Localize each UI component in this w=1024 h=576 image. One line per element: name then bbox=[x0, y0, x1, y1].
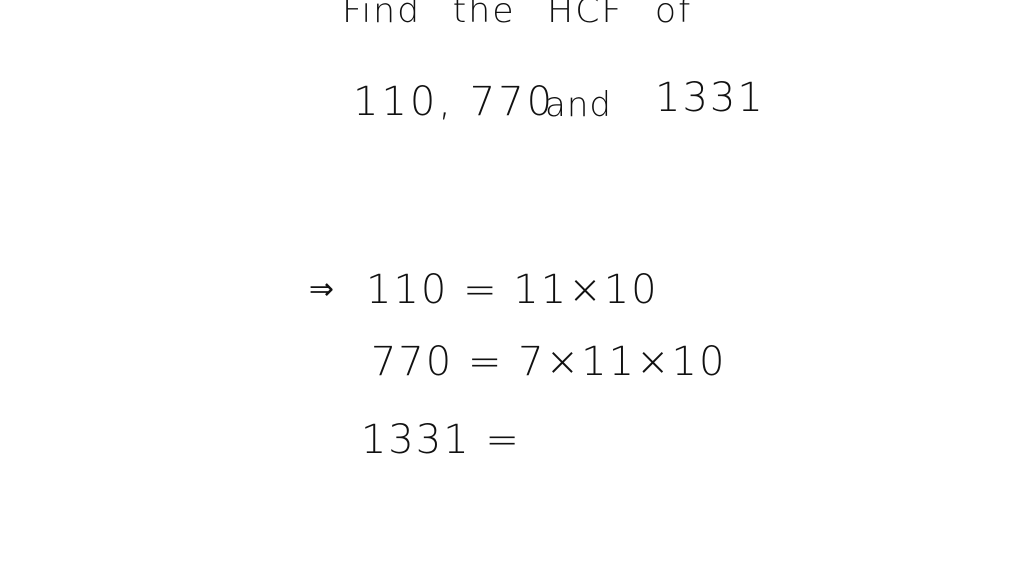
problem-numbers: 110, 770 bbox=[353, 79, 556, 125]
step-expression: 770 = 7×11×10 bbox=[370, 339, 727, 385]
question-title: Find the HCF of bbox=[342, 0, 693, 31]
implies-arrow-icon: ⇒ bbox=[308, 272, 336, 307]
problem-conjunction: and bbox=[545, 85, 612, 125]
problem-statement: 110, 770 and 1331 bbox=[0, 78, 763, 282]
whiteboard-canvas: Find the HCF of 110, 770 and 1331 ⇒ 110 =… bbox=[0, 0, 1024, 576]
step-expression: 1331 = bbox=[360, 417, 521, 463]
working-step: 1331 = bbox=[302, 380, 521, 500]
problem-last-number: 1331 bbox=[655, 75, 765, 121]
